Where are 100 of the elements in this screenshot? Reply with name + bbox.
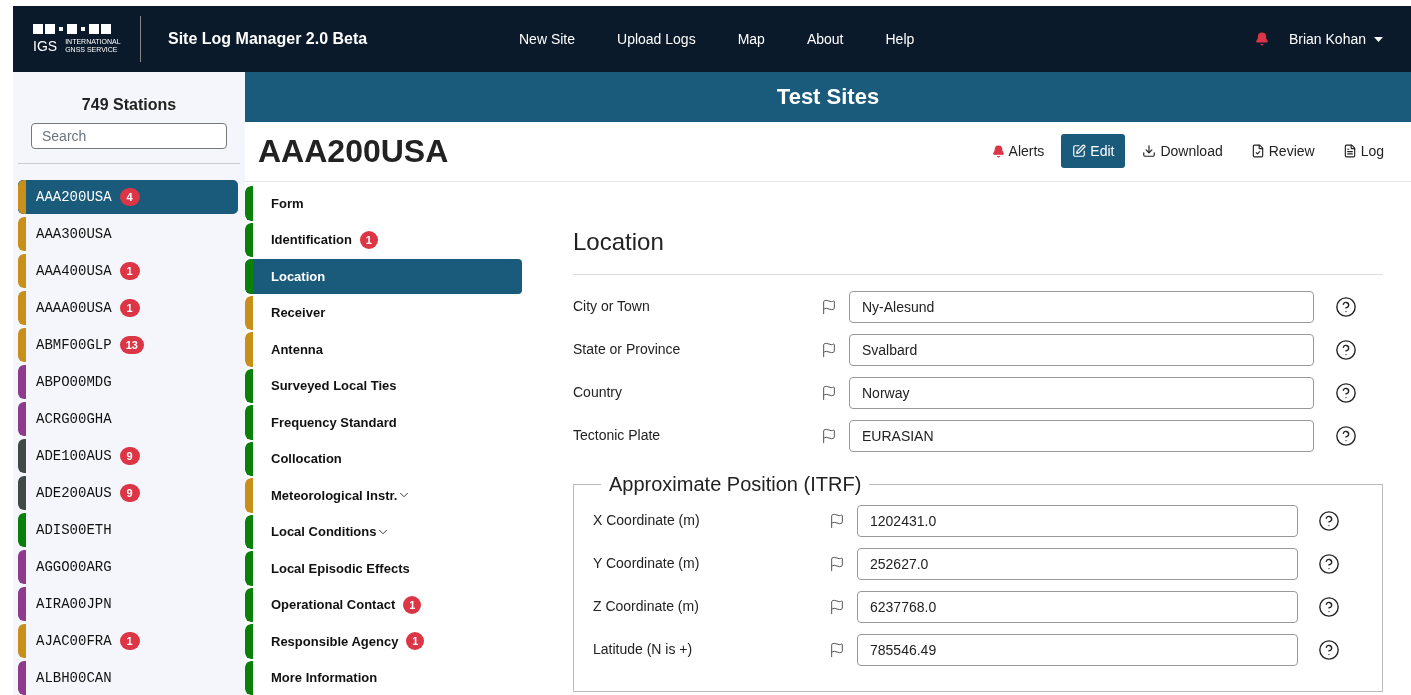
- help-icon[interactable]: [1318, 509, 1340, 532]
- station-item[interactable]: ADE100AUS 9: [18, 439, 238, 473]
- station-code: AAA200USA: [36, 187, 112, 207]
- site-title: AAA200USA: [258, 132, 449, 172]
- count-badge: 1: [119, 299, 140, 317]
- section-nav-item[interactable]: More Information: [245, 660, 522, 695]
- station-item[interactable]: ABPO00MDG: [18, 365, 238, 399]
- help-icon[interactable]: [1318, 595, 1340, 618]
- text-field[interactable]: 252627.0: [857, 547, 1298, 580]
- station-code: ADE200AUS: [36, 483, 112, 503]
- station-code: ABMF00GLP: [36, 335, 112, 355]
- field-label: Z Coordinate (m): [593, 597, 700, 616]
- station-item[interactable]: AAA200USA 4: [18, 180, 238, 214]
- section-label: Identification: [271, 231, 352, 249]
- logo-acronym: IGS: [33, 39, 58, 53]
- banner-title: Test Sites: [776, 83, 880, 112]
- station-item[interactable]: AAAA00USA 1: [18, 291, 238, 325]
- search-field[interactable]: Search: [31, 123, 227, 149]
- section-label: Location: [271, 267, 326, 286]
- text-field[interactable]: Ny-Alesund: [849, 290, 1314, 323]
- section-nav-item[interactable]: Surveyed Local Ties: [245, 368, 522, 403]
- section-label: Collocation: [271, 450, 342, 468]
- station-code: ABPO00MDG: [36, 372, 112, 392]
- form-title: Location: [573, 227, 665, 257]
- station-code: ALBH00CAN: [36, 668, 112, 688]
- section-label: More Information: [271, 669, 378, 687]
- station-item[interactable]: ACRG00GHA: [18, 402, 238, 436]
- station-code: AIRA00JPN: [36, 594, 112, 614]
- section-label: Local Conditions: [271, 523, 377, 541]
- station-item[interactable]: AJAC00FRA 1: [18, 624, 238, 658]
- station-code: AGGO00ARG: [36, 557, 112, 577]
- section-nav-item[interactable]: Location: [245, 259, 522, 294]
- help-icon[interactable]: [1318, 638, 1340, 661]
- section-nav-item[interactable]: Responsible Agency 1: [245, 624, 522, 659]
- bell-icon[interactable]: [1254, 32, 1269, 46]
- flag-icon[interactable]: [821, 384, 837, 401]
- action-button[interactable]: Edit: [1061, 134, 1126, 169]
- fieldset-legend: Approximate Position (ITRF): [601, 469, 870, 499]
- help-icon[interactable]: [1335, 295, 1357, 318]
- station-item[interactable]: ABMF00GLP 13: [18, 328, 238, 362]
- section-label: Antenna: [271, 340, 323, 359]
- flag-icon[interactable]: [821, 427, 837, 444]
- action-button[interactable]: Download: [1131, 134, 1234, 169]
- flag-icon[interactable]: [821, 341, 837, 358]
- flag-icon[interactable]: [821, 298, 837, 315]
- action-button[interactable]: Review: [1239, 134, 1326, 169]
- section-nav-item[interactable]: Operational Contact 1: [245, 587, 522, 622]
- section-nav-item[interactable]: Identification 1: [245, 222, 522, 257]
- flag-icon[interactable]: [829, 512, 845, 529]
- nav-link[interactable]: Map: [716, 28, 786, 50]
- section-nav-item[interactable]: Local Conditions: [245, 514, 522, 549]
- section-nav-item[interactable]: Form: [245, 186, 522, 221]
- nav-link[interactable]: Upload Logs: [596, 28, 717, 50]
- station-item[interactable]: ADIS00ETH: [18, 513, 238, 547]
- text-field[interactable]: 785546.49: [857, 633, 1298, 666]
- station-item[interactable]: AIRA00JPN: [18, 587, 238, 621]
- text-field[interactable]: 6237768.0: [857, 590, 1298, 623]
- text-field[interactable]: 1202431.0: [857, 504, 1298, 537]
- document-icon: [1342, 144, 1357, 159]
- nav-link[interactable]: New Site: [498, 28, 597, 50]
- section-nav-item[interactable]: Receiver: [245, 295, 522, 330]
- action-button[interactable]: Log: [1331, 134, 1395, 169]
- help-icon[interactable]: [1335, 424, 1357, 447]
- station-code: AJAC00FRA: [36, 631, 112, 651]
- station-count: 749 Stations: [80, 95, 178, 115]
- app-title: Site Log Manager 2.0 Beta: [168, 29, 369, 49]
- edit-icon: [1072, 144, 1087, 159]
- section-label: Frequency Standard: [271, 413, 397, 432]
- text-field[interactable]: EURASIAN: [849, 419, 1314, 452]
- station-code: AAAA00USA: [36, 298, 112, 318]
- flag-icon[interactable]: [829, 555, 845, 572]
- download-icon: [1142, 144, 1157, 159]
- flag-icon[interactable]: [829, 641, 845, 658]
- user-menu[interactable]: Brian Kohan: [1288, 28, 1383, 50]
- section-nav-item[interactable]: Local Episodic Effects: [245, 551, 522, 586]
- station-code: ADIS00ETH: [36, 520, 112, 540]
- flag-icon[interactable]: [829, 598, 845, 615]
- station-code: AAA400USA: [36, 261, 112, 281]
- section-nav-item[interactable]: Frequency Standard: [245, 405, 522, 440]
- help-icon[interactable]: [1335, 381, 1357, 404]
- nav-link[interactable]: About: [785, 28, 865, 50]
- checklist-icon: [1250, 144, 1265, 159]
- text-field[interactable]: Norway: [849, 376, 1314, 409]
- text-field[interactable]: Svalbard: [849, 333, 1314, 366]
- help-icon[interactable]: [1318, 552, 1340, 575]
- action-button[interactable]: Alerts: [980, 134, 1056, 169]
- section-nav-item[interactable]: Collocation: [245, 441, 522, 476]
- station-item[interactable]: AAA300USA: [18, 217, 238, 251]
- station-item[interactable]: AAA400USA 1: [18, 254, 238, 288]
- station-item[interactable]: AGGO00ARG: [18, 550, 238, 584]
- section-nav-item[interactable]: Meteorological Instr.: [245, 478, 522, 513]
- help-icon[interactable]: [1335, 338, 1357, 361]
- field-label: City or Town: [573, 297, 651, 316]
- nav-link[interactable]: Help: [864, 28, 936, 50]
- station-item[interactable]: ADE200AUS 9: [18, 476, 238, 510]
- section-nav-item[interactable]: Antenna: [245, 332, 522, 367]
- bell-icon: [991, 144, 1005, 158]
- count-badge: 1: [119, 262, 140, 280]
- station-item[interactable]: ALBH00CAN: [18, 661, 238, 695]
- field-label: Tectonic Plate: [573, 426, 662, 445]
